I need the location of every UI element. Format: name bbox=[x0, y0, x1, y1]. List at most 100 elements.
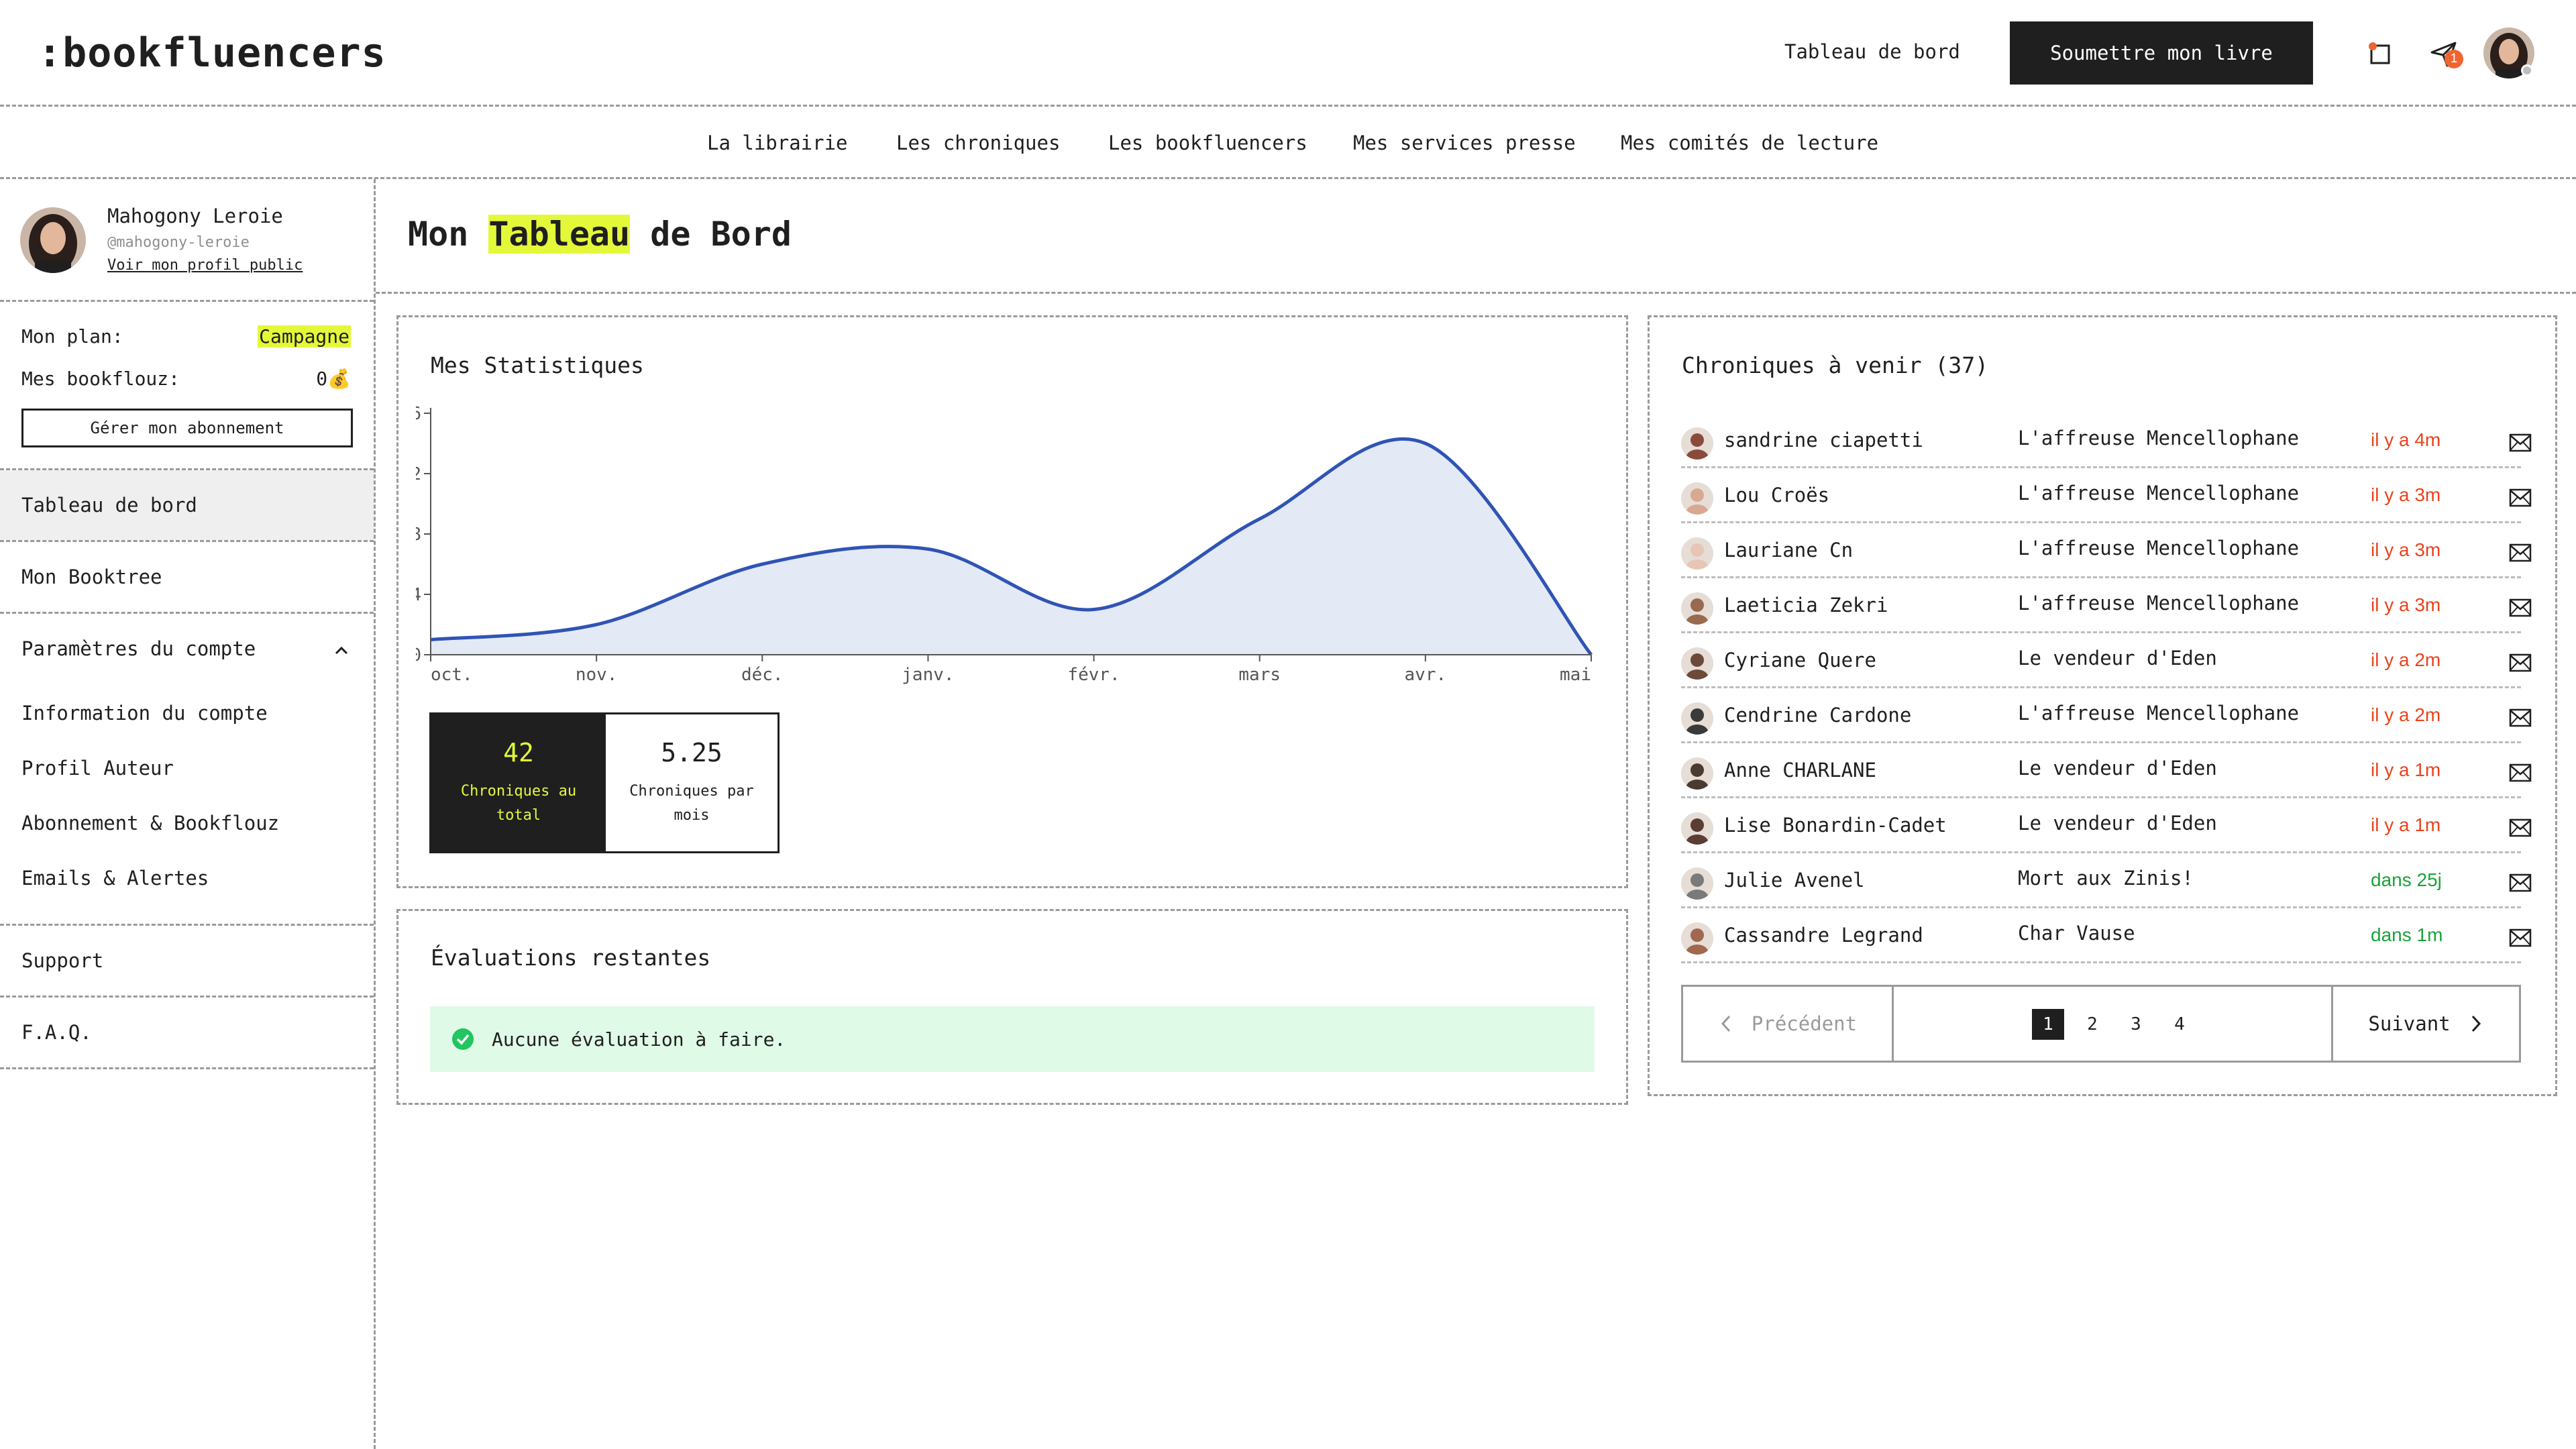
book-title[interactable]: L'affreuse Mencellophane bbox=[2018, 592, 2299, 614]
sidebar-subitem-subscription[interactable]: Abonnement & Bookflouz bbox=[21, 812, 279, 835]
reviewer-name[interactable]: Cendrine Cardone bbox=[1724, 704, 1911, 727]
sidebar-item-support[interactable]: Support bbox=[0, 926, 374, 996]
pagination: Précédent 1 2 3 4 Suivant bbox=[1681, 985, 2521, 1063]
previous-page-button[interactable]: Précédent bbox=[1683, 987, 1894, 1061]
x-tick-label: janv. bbox=[902, 665, 954, 685]
manage-subscription-button[interactable]: Gérer mon abonnement bbox=[21, 409, 353, 447]
monthly-chronicles-card: 5.25 Chroniques par mois bbox=[606, 714, 777, 851]
book-title[interactable]: Le vendeur d'Eden bbox=[2018, 812, 2217, 835]
tab-librairie[interactable]: La librairie bbox=[707, 131, 848, 154]
page-title-start: Mon bbox=[408, 215, 489, 254]
reviewer-avatar bbox=[1681, 537, 1713, 570]
reviewer-name[interactable]: Lou Croës bbox=[1724, 484, 1829, 506]
reviewer-name[interactable]: Cassandre Legrand bbox=[1724, 924, 1923, 947]
next-page-button[interactable]: Suivant bbox=[2331, 987, 2519, 1061]
reviewer-name[interactable]: Lise Bonardin-Cadet bbox=[1724, 814, 1947, 837]
x-tick-label: avr. bbox=[1405, 665, 1447, 685]
evaluations-empty-message: Aucune évaluation à faire. bbox=[492, 1028, 786, 1051]
chronicle-row[interactable]: Cassandre Legrand Char Vause dans 1m bbox=[1681, 908, 2532, 963]
x-tick-label: déc. bbox=[741, 665, 784, 685]
reviewer-avatar bbox=[1681, 427, 1713, 460]
mail-icon[interactable] bbox=[2509, 708, 2532, 727]
book-title[interactable]: Le vendeur d'Eden bbox=[2018, 647, 2217, 669]
book-title[interactable]: L'affreuse Mencellophane bbox=[2018, 427, 2299, 449]
page-4-button[interactable]: 4 bbox=[2163, 1009, 2196, 1040]
chronicle-due-time: il y a 1m bbox=[2371, 759, 2441, 780]
chronicle-row[interactable]: Cendrine Cardone L'affreuse Mencellophane… bbox=[1681, 688, 2532, 743]
logo[interactable]: :bookfluencers bbox=[38, 30, 386, 76]
reviewer-avatar bbox=[1681, 812, 1713, 845]
mail-icon[interactable] bbox=[2509, 653, 2532, 672]
sidebar-subitem-emails-alerts[interactable]: Emails & Alertes bbox=[21, 867, 209, 890]
reviewer-avatar bbox=[1681, 647, 1713, 680]
submit-book-button[interactable]: Soumettre mon livre bbox=[2010, 21, 2313, 85]
mail-icon[interactable] bbox=[2509, 543, 2532, 562]
chronicle-row[interactable]: Laeticia Zekri L'affreuse Mencellophane il… bbox=[1681, 578, 2532, 633]
chevron-up-icon[interactable] bbox=[333, 642, 350, 659]
sidebar-item-account-settings[interactable]: Paramètres du compte bbox=[0, 614, 374, 684]
book-title[interactable]: Le vendeur d'Eden bbox=[2018, 757, 2217, 780]
tab-services-presse[interactable]: Mes services presse bbox=[1353, 131, 1576, 154]
y-tick-label: 12 bbox=[416, 464, 421, 484]
book-title[interactable]: L'affreuse Mencellophane bbox=[2018, 537, 2299, 559]
mail-icon[interactable] bbox=[2509, 763, 2532, 782]
reviewer-avatar bbox=[1681, 482, 1713, 515]
reviewer-name[interactable]: sandrine ciapetti bbox=[1724, 429, 1923, 451]
chronicle-due-time: il y a 4m bbox=[2371, 429, 2441, 450]
book-title[interactable]: L'affreuse Mencellophane bbox=[2018, 482, 2299, 504]
tab-comites-lecture[interactable]: Mes comités de lecture bbox=[1621, 131, 1878, 154]
sidebar-item-faq[interactable]: F.A.Q. bbox=[0, 998, 374, 1067]
reviewer-name[interactable]: Anne CHARLANE bbox=[1724, 759, 1876, 782]
sidebar-subitem-account-info[interactable]: Information du compte bbox=[21, 702, 268, 724]
mail-icon[interactable] bbox=[2509, 873, 2532, 892]
page-title: Mon Tableau de Bord bbox=[408, 215, 792, 254]
monthly-chronicles-value: 5.25 bbox=[661, 738, 722, 767]
sidebar-item-dashboard[interactable]: Tableau de bord bbox=[0, 470, 374, 540]
mail-icon[interactable] bbox=[2509, 598, 2532, 617]
y-tick-label: 16 bbox=[416, 404, 421, 424]
total-chronicles-label: Chroniques au total bbox=[460, 783, 577, 824]
y-tick-label: 0 bbox=[416, 645, 421, 665]
profile-avatar[interactable] bbox=[20, 207, 86, 273]
book-title[interactable]: Mort aux Zinis! bbox=[2018, 867, 2194, 890]
reviewer-name[interactable]: Laeticia Zekri bbox=[1724, 594, 1888, 616]
chronicle-row[interactable]: Anne CHARLANE Le vendeur d'Eden il y a 1m bbox=[1681, 743, 2532, 798]
upcoming-chronicles-title: Chroniques à venir (37) bbox=[1682, 352, 1988, 378]
monthly-chronicles-label: Chroniques par mois bbox=[629, 783, 754, 824]
mail-icon[interactable] bbox=[2509, 928, 2532, 947]
statistics-title: Mes Statistiques bbox=[431, 352, 644, 378]
tab-chroniques[interactable]: Les chroniques bbox=[896, 131, 1060, 154]
y-tick-label: 4 bbox=[416, 585, 421, 605]
reviewer-name[interactable]: Lauriane Cn bbox=[1724, 539, 1853, 561]
chronicle-row[interactable]: Lauriane Cn L'affreuse Mencellophane il y … bbox=[1681, 523, 2532, 578]
chronicle-row[interactable]: Lise Bonardin-Cadet Le vendeur d'Eden il y… bbox=[1681, 798, 2532, 853]
page-2-button[interactable]: 2 bbox=[2076, 1009, 2108, 1040]
x-tick-label: mai bbox=[1560, 665, 1591, 685]
notification-badge: 1 bbox=[2445, 50, 2463, 68]
mail-icon[interactable] bbox=[2509, 818, 2532, 837]
page-3-button[interactable]: 3 bbox=[2120, 1009, 2152, 1040]
reviewer-name[interactable]: Julie Avenel bbox=[1724, 869, 1865, 892]
document-icon[interactable] bbox=[2368, 42, 2392, 66]
public-profile-link[interactable]: Voir mon profil public bbox=[107, 257, 303, 274]
chronicle-row[interactable]: sandrine ciapetti L'affreuse Mencellophan… bbox=[1681, 413, 2532, 468]
header-dashboard-link[interactable]: Tableau de bord bbox=[1784, 40, 1960, 63]
x-tick-label: nov. bbox=[576, 665, 618, 685]
x-tick-label: oct. bbox=[431, 665, 473, 685]
page-1-button[interactable]: 1 bbox=[2032, 1009, 2064, 1040]
sidebar-item-booktree[interactable]: Mon Booktree bbox=[0, 542, 374, 612]
chronicle-row[interactable]: Cyriane Quere Le vendeur d'Eden il y a 2m bbox=[1681, 633, 2532, 688]
chronicle-due-time: il y a 2m bbox=[2371, 649, 2441, 670]
chronicle-row[interactable]: Julie Avenel Mort aux Zinis! dans 25j bbox=[1681, 853, 2532, 908]
mail-icon[interactable] bbox=[2509, 488, 2532, 507]
chronicle-row[interactable]: Lou Croës L'affreuse Mencellophane il y a … bbox=[1681, 468, 2532, 523]
reviewer-name[interactable]: Cyriane Quere bbox=[1724, 649, 1876, 672]
sidebar-subitem-author-profile[interactable]: Profil Auteur bbox=[21, 757, 174, 780]
book-title[interactable]: Char Vause bbox=[2018, 922, 2135, 945]
book-title[interactable]: L'affreuse Mencellophane bbox=[2018, 702, 2299, 724]
status-dot bbox=[2521, 64, 2533, 76]
bookflouz-label: Mes bookflouz: bbox=[21, 368, 180, 390]
tab-bookfluencers[interactable]: Les bookfluencers bbox=[1108, 131, 1307, 154]
chronicle-due-time: dans 1m bbox=[2371, 924, 2443, 945]
mail-icon[interactable] bbox=[2509, 433, 2532, 452]
